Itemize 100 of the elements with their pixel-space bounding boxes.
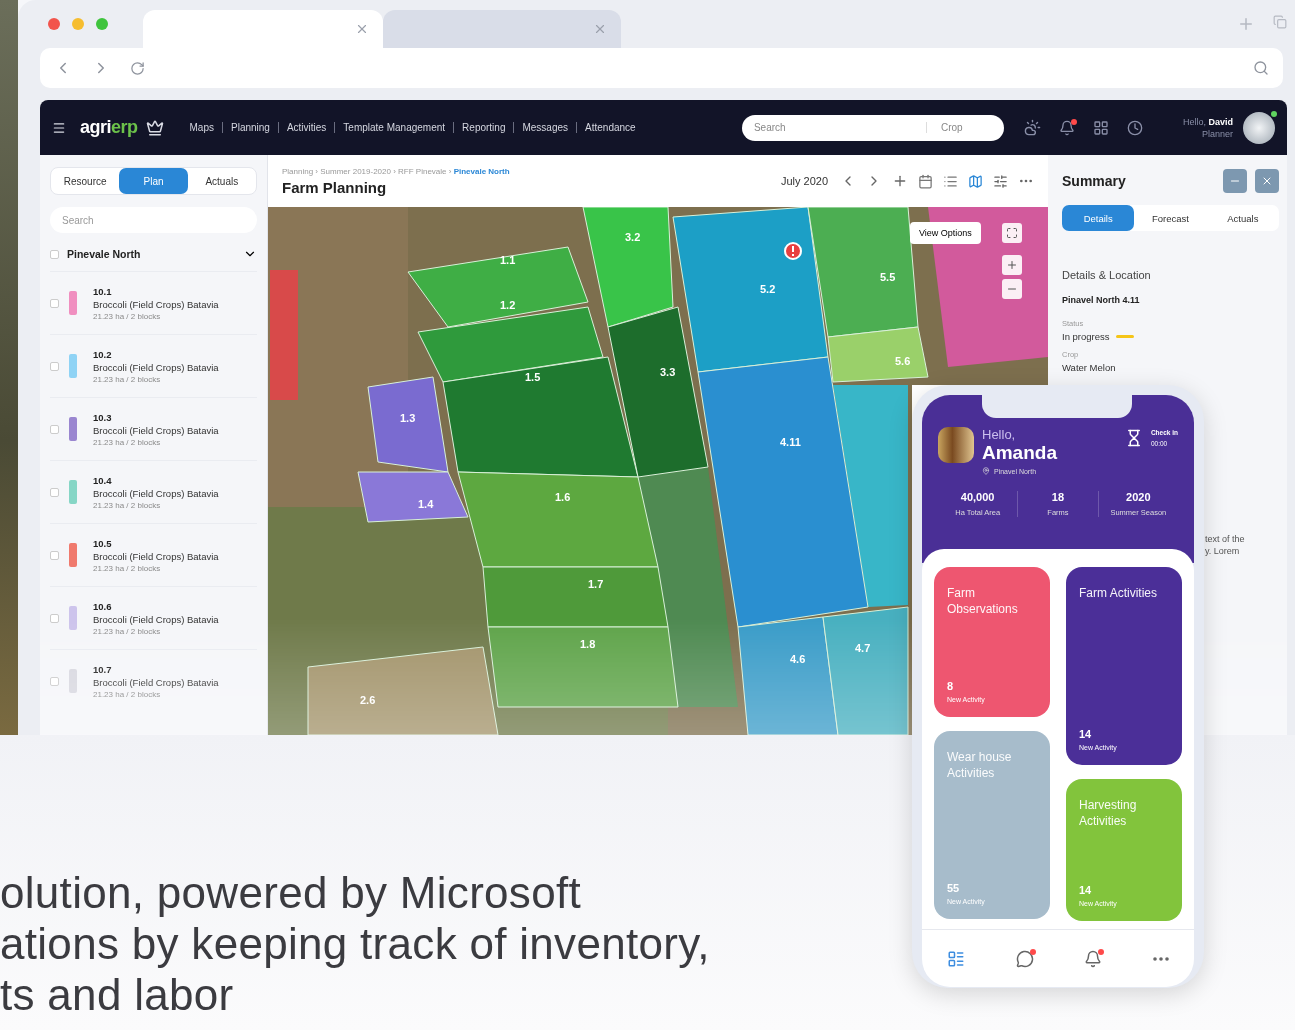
search-field[interactable]: Search Crop — [741, 114, 1004, 141]
more-tab[interactable] — [1152, 956, 1169, 961]
checkbox[interactable] — [50, 613, 59, 623]
sliders-icon[interactable] — [993, 173, 1008, 189]
field-polygon[interactable] — [457, 471, 659, 568]
home-tab[interactable] — [947, 949, 966, 968]
field-polygon[interactable] — [270, 270, 298, 400]
field-name: Pinavel North 4.11 — [1062, 295, 1141, 305]
grid-icon[interactable] — [1092, 119, 1109, 136]
close-button[interactable] — [1255, 169, 1279, 193]
crop-name: Broccoli (Field Crops) Batavia — [93, 676, 219, 688]
checkbox[interactable] — [50, 676, 59, 686]
notifications-tab[interactable] — [1084, 949, 1103, 968]
field-label: 1.7 — [588, 578, 604, 590]
user-greeting: Hello, David — [1182, 115, 1233, 128]
calendar-icon — [918, 173, 933, 189]
field-polygon[interactable] — [357, 471, 469, 523]
mode-tab[interactable]: Resource — [51, 168, 120, 194]
crop-name: Broccoli (Field Crops) Batavia — [93, 361, 219, 373]
summary-tab[interactable]: Forecast — [1134, 205, 1207, 231]
breadcrumb: Planning › Summer 2019-2020 › RFF Pinevale › Pinevale North — [282, 166, 510, 176]
field-polygon[interactable] — [367, 376, 449, 473]
nav-link[interactable]: Messages — [513, 122, 577, 133]
photo-placeholder — [938, 427, 974, 463]
notification-icon — [1084, 949, 1103, 968]
field-polygon[interactable] — [487, 626, 679, 708]
close-window-icon[interactable] — [48, 18, 60, 30]
chat-tab[interactable] — [1015, 949, 1034, 968]
crop-value: Water Melon — [1062, 362, 1116, 373]
plus-icon — [1006, 259, 1018, 271]
checkbox[interactable] — [50, 487, 59, 497]
checkbox[interactable] — [50, 249, 59, 259]
summary-tab[interactable]: Actuals — [1206, 205, 1279, 231]
status-value: In progress — [1062, 331, 1110, 342]
reload-icon[interactable] — [130, 60, 145, 76]
search-icon[interactable] — [1253, 60, 1269, 76]
block-id: 10.2 — [93, 348, 113, 360]
nav-link[interactable]: Planning — [222, 122, 278, 133]
user-role: Planner — [1201, 127, 1233, 140]
minimize-button[interactable] — [1223, 169, 1247, 193]
view-toggle[interactable] — [968, 173, 983, 189]
mode-tab[interactable]: Actuals — [187, 168, 256, 194]
field-polygon[interactable] — [822, 606, 909, 735]
clock-icon[interactable] — [1126, 119, 1143, 136]
home-icon — [947, 949, 966, 968]
nav-link[interactable]: Template Management — [334, 122, 454, 133]
field-polygon[interactable] — [833, 385, 908, 607]
alert-marker[interactable] — [784, 242, 802, 260]
field-polygon[interactable] — [807, 207, 919, 338]
close-icon[interactable] — [355, 22, 369, 36]
field-polygon[interactable] — [407, 246, 589, 328]
crop-name: Broccoli (Field Crops) Batavia — [93, 298, 219, 310]
field-label: 3.3 — [660, 366, 676, 378]
field-polygon[interactable] — [827, 326, 929, 383]
nav-link[interactable]: Activities — [277, 122, 335, 133]
crop-filter[interactable]: Crop — [925, 122, 1004, 133]
weather-icon[interactable] — [1023, 119, 1041, 136]
block-id: 10.3 — [93, 411, 113, 423]
nav-link[interactable]: Maps — [181, 122, 222, 133]
nav-link[interactable]: Reporting — [453, 122, 514, 133]
nav-link[interactable]: Attendance — [576, 122, 644, 133]
summary-tab[interactable]: Details — [1062, 205, 1135, 231]
checkbox[interactable] — [50, 424, 59, 434]
search-field[interactable]: Search — [50, 207, 257, 233]
avatar[interactable] — [1243, 111, 1275, 144]
fullscreen-icon — [1006, 227, 1018, 239]
field-polygon[interactable] — [607, 306, 709, 478]
chat-icon — [1015, 949, 1034, 968]
mode-tab[interactable]: Plan — [119, 168, 188, 194]
view-options-button[interactable]: View Options — [910, 222, 981, 244]
block-area: 21.23 ha / 2 blocks — [93, 437, 219, 447]
fullscreen-button[interactable] — [1002, 223, 1022, 243]
add-icon[interactable] — [892, 173, 908, 189]
checkbox[interactable] — [50, 298, 59, 308]
field-polygon[interactable] — [697, 356, 869, 628]
field-label: 1.1 — [500, 254, 516, 266]
checkbox[interactable] — [50, 361, 59, 371]
crown-icon — [145, 118, 164, 137]
zoom-out-button[interactable] — [1002, 279, 1022, 299]
close-icon[interactable] — [593, 22, 607, 36]
field-polygon[interactable] — [442, 356, 639, 478]
menu-icon[interactable] — [52, 120, 66, 135]
view-toggle[interactable] — [943, 173, 958, 189]
field-label: 1.2 — [500, 299, 516, 311]
field-polygon[interactable] — [582, 207, 674, 328]
maximize-window-icon[interactable] — [96, 18, 108, 30]
field-label: 1.5 — [525, 371, 541, 383]
location-pin-icon — [982, 467, 990, 475]
view-toggle[interactable] — [918, 173, 933, 189]
notification-icon[interactable] — [1058, 119, 1075, 136]
checkbox[interactable] — [50, 550, 59, 560]
close-icon — [1261, 175, 1273, 187]
page-title: Farm Planning — [282, 178, 388, 196]
block-id: 10.7 — [93, 663, 113, 675]
field-polygon[interactable] — [737, 616, 839, 735]
field-polygon[interactable] — [482, 566, 669, 628]
zoom-in-button[interactable] — [1002, 255, 1022, 275]
windows-icon[interactable] — [1273, 15, 1287, 29]
group-title: Pinevale North — [67, 248, 142, 260]
block-area: 21.23 ha / 2 blocks — [93, 626, 219, 636]
